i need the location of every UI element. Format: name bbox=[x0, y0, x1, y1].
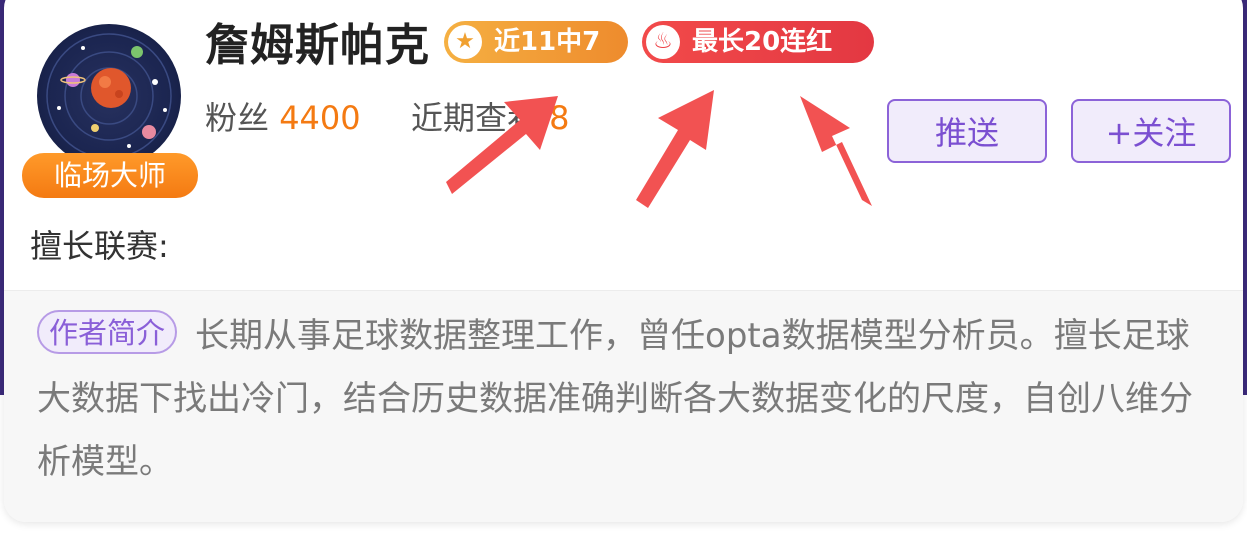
follow-button[interactable]: +关注 bbox=[1071, 99, 1231, 163]
fans-label: 粉丝 bbox=[205, 99, 270, 137]
author-name[interactable]: 詹姆斯帕克 bbox=[205, 18, 430, 74]
recent-record-badge[interactable]: ★ 近11中7 bbox=[444, 21, 628, 63]
author-intro-section: 作者简介 长期从事足球数据整理工作，曾任opta数据模型分析员。擅长足球大数据下找… bbox=[4, 290, 1243, 522]
specialty-leagues: 擅长联赛: bbox=[30, 227, 169, 265]
streak-badge[interactable]: ♨ 最长20连红 bbox=[642, 21, 874, 63]
avatar[interactable] bbox=[37, 24, 181, 168]
fans-count: 4400 bbox=[279, 99, 361, 137]
author-stats: 粉丝 4400 近期查看 8 bbox=[205, 96, 570, 140]
streak-label: 最长20连红 bbox=[692, 27, 833, 57]
master-badge: 临场大师 bbox=[22, 153, 198, 198]
intro-text: 长期从事足球数据整理工作，曾任opta数据模型分析员。擅长足球大数据下找出冷门，… bbox=[37, 316, 1193, 482]
intro-tag: 作者简介 bbox=[37, 310, 178, 354]
recent-record-label: 近11中7 bbox=[494, 27, 601, 57]
author-card: 临场大师 詹姆斯帕克 ★ 近11中7 ♨ 最长20连红 粉丝 4400 近期查看… bbox=[4, 0, 1243, 522]
recent-views-count: 8 bbox=[549, 99, 570, 137]
recent-views-label: 近期查看 bbox=[410, 99, 539, 137]
planet-avatar-image bbox=[46, 33, 172, 159]
author-intro: 作者简介 长期从事足球数据整理工作，曾任opta数据模型分析员。擅长足球大数据下找… bbox=[37, 305, 1207, 494]
push-button[interactable]: 推送 bbox=[887, 99, 1047, 163]
flame-icon: ♨ bbox=[646, 25, 680, 59]
star-icon: ★ bbox=[448, 25, 482, 59]
